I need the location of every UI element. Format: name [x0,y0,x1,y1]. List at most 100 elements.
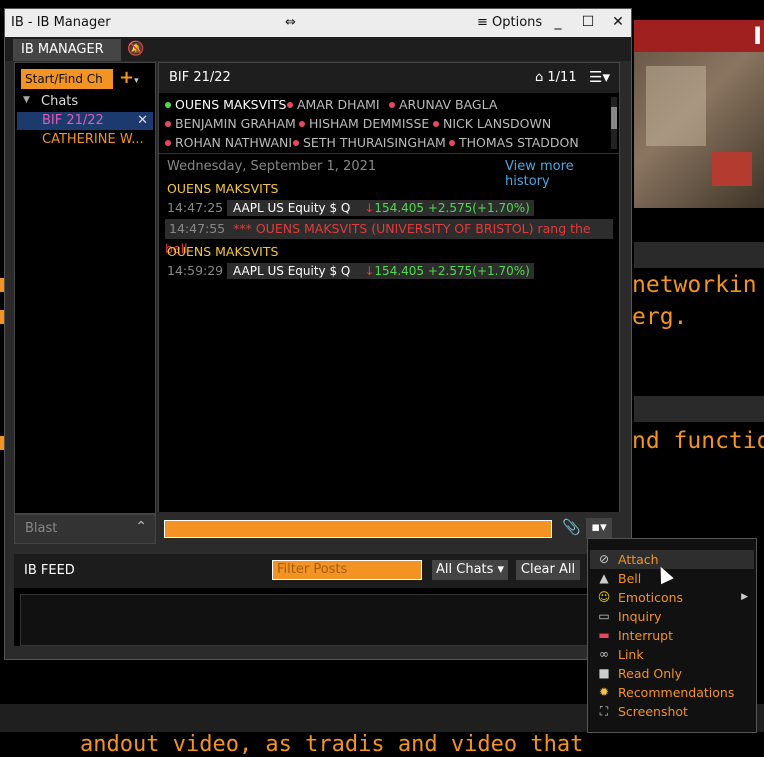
equity-quote[interactable]: AAPL US Equity $ Q ↓154.405 +2.575(+1.70%… [227,263,534,279]
divider [159,153,619,154]
participant[interactable]: AMAR DHAMI [287,97,380,112]
menu-item-read-only[interactable]: ■ Read Only [590,664,754,683]
screenshot-icon: ⛶ [599,704,609,718]
more-actions-button[interactable]: ▪▾ [586,518,612,538]
all-chats-dropdown[interactable]: All Chats ▾ [432,560,508,580]
participant-name: ROHAN NATHWANI [175,135,293,150]
chat-item-label: CATHERINE W... [42,132,144,147]
participant[interactable]: OUENS MAKSVITS [165,97,286,112]
view-more-history-link[interactable]: View more history [505,159,619,189]
message-sender[interactable]: OUENS MAKSVITS [167,181,278,196]
sidebar-chat-item[interactable]: BIF 21/22 ✕ [17,112,153,130]
participant-name: OUENS MAKSVITS [175,97,287,112]
background-bottom-text: andout video, as tradis and video that [80,732,584,757]
mute-icon[interactable]: 🔕 [127,41,144,57]
menu-item-attach[interactable]: ⊘ Attach [590,550,754,569]
participant[interactable]: SETH THURAISINGHAM [293,135,446,150]
add-chat-button[interactable]: +▾ [119,67,139,88]
tab-ib-manager[interactable]: IB MANAGER [13,39,121,61]
award-icon: ✹ [598,685,610,699]
blast-label: Blast [25,521,58,536]
link-icon: ∞ [599,647,609,661]
down-arrow-icon: ↓ [364,264,375,278]
ib-feed-panel: IB FEED Filter Posts All Chats ▾ Clear A… [14,554,620,646]
options-button[interactable]: ≡ Options [477,15,542,30]
menu-item-emoticons[interactable]: ☺ Emoticons ▶ [590,588,754,607]
blast-bar[interactable]: Blast ⌃ [14,514,156,544]
options-label: Options [492,15,543,30]
participant-name: HISHAM DEMMISSE [309,116,430,131]
plus-icon: + [119,67,135,88]
clear-all-button[interactable]: Clear All [516,560,580,580]
participant-name: SETH THURAISINGHAM [303,135,446,150]
title-bar[interactable]: IB - IB Manager ⇔ ≡ Options _ ☐ ✕ [5,9,631,37]
message-time: 14:47:25 [167,200,224,215]
participant[interactable]: ARUNAV BAGLA [389,97,497,112]
minimize-icon[interactable]: _ [549,14,567,30]
offline-status-icon [165,140,171,146]
participants-list: OUENS MAKSVITS AMAR DHAMI ARUNAV BAGLA B… [159,95,609,151]
message-input[interactable] [164,520,552,538]
filter-posts-input[interactable]: Filter Posts [272,560,422,580]
offline-status-icon [389,102,395,108]
menu-item-link[interactable]: ∞ Link [590,645,754,664]
feed-header: IB FEED Filter Posts All Chats ▾ Clear A… [14,554,620,588]
menu-item-interrupt[interactable]: ▬ Interrupt [590,626,754,645]
menu-item-label: Attach [618,552,659,567]
date-divider: Wednesday, September 1, 2021 [167,159,377,174]
menu-item-label: Recommendations [618,685,735,700]
link-icon[interactable]: ⇔ [285,15,296,30]
down-arrow-icon: ↓ [364,201,375,215]
quote-symbol: AAPL US Equity $ Q [233,264,351,278]
maximize-icon[interactable]: ☐ [579,14,597,30]
menu-item-label: Read Only [618,666,683,681]
participant-name: ARUNAV BAGLA [399,97,498,112]
background-red-banner: I [634,20,764,52]
equity-quote[interactable]: AAPL US Equity $ Q ↓154.405 +2.575(+1.70%… [227,200,534,216]
smiley-icon: ☺ [597,590,611,604]
chat-item-label: BIF 21/22 [42,113,104,128]
collapse-icon: ▼ [23,95,30,105]
participant[interactable]: HISHAM DEMMISSE [299,116,429,131]
menu-item-label: Emoticons [618,590,684,605]
chat-title: BIF 21/22 [169,70,231,85]
menu-item-label: Inquiry [618,609,662,624]
submenu-arrow-icon: ▶ [741,592,748,602]
paperclip-icon[interactable]: 📎 [562,518,581,536]
chat-panel: BIF 21/22 ⌂ 1/11 ☰▾ OUENS MAKSVITS AMAR … [158,62,620,544]
close-icon[interactable]: ✕ [609,14,627,30]
start-find-input[interactable]: Start/Find Ch [21,69,113,89]
lock-icon: ■ [598,666,610,680]
message-input-row: 📎 ▪▾ [158,512,620,544]
actions-context-menu: ⊘ Attach ▲ Bell ☺ Emoticons ▶ ▭ Inquiry ▬ Inte… [587,538,757,733]
participant[interactable]: ROHAN NATHWANI [165,135,292,150]
chat-position[interactable]: ⌂ 1/11 [535,70,577,85]
quote-value: 154.405 +2.575(+1.70%) [374,201,530,215]
menu-item-recommendations[interactable]: ✹ Recommendations [590,683,754,702]
participant[interactable]: THOMAS STADDON [449,135,579,150]
participant[interactable]: BENJAMIN GRAHAM [165,116,296,131]
participant-name: THOMAS STADDON [459,135,579,150]
online-status-icon [165,102,171,108]
quote-value: 154.405 +2.575(+1.70%) [374,264,530,278]
chats-section-header[interactable]: ▼ Chats [15,93,155,111]
message-time: 14:47:55 [169,221,226,236]
offline-status-icon [293,140,299,146]
expand-up-icon[interactable]: ⌃ [135,519,147,535]
background-video-frame [634,52,764,208]
participants-scrollbar[interactable] [611,97,617,149]
menu-item-inquiry[interactable]: ▭ Inquiry [590,607,754,626]
participant[interactable]: NICK LANSDOWN [433,116,551,131]
bell-notification: 14:47:55 *** OUENS MAKSVITS (UNIVERSITY … [165,219,613,256]
chat-header: BIF 21/22 ⌂ 1/11 ☰▾ [159,63,619,93]
interrupt-icon: ▬ [598,628,610,642]
message-sender[interactable]: OUENS MAKSVITS [167,244,278,259]
menu-item-label: Interrupt [618,628,674,643]
participant-name: AMAR DHAMI [297,97,380,112]
close-chat-icon[interactable]: ✕ [137,112,148,130]
participant-name: BENJAMIN GRAHAM [175,116,296,131]
sidebar-chat-item[interactable]: CATHERINE W... [17,131,153,149]
offline-status-icon [449,140,455,146]
menu-item-screenshot[interactable]: ⛶ Screenshot [590,702,754,721]
chat-menu-icon[interactable]: ☰▾ [589,68,610,86]
